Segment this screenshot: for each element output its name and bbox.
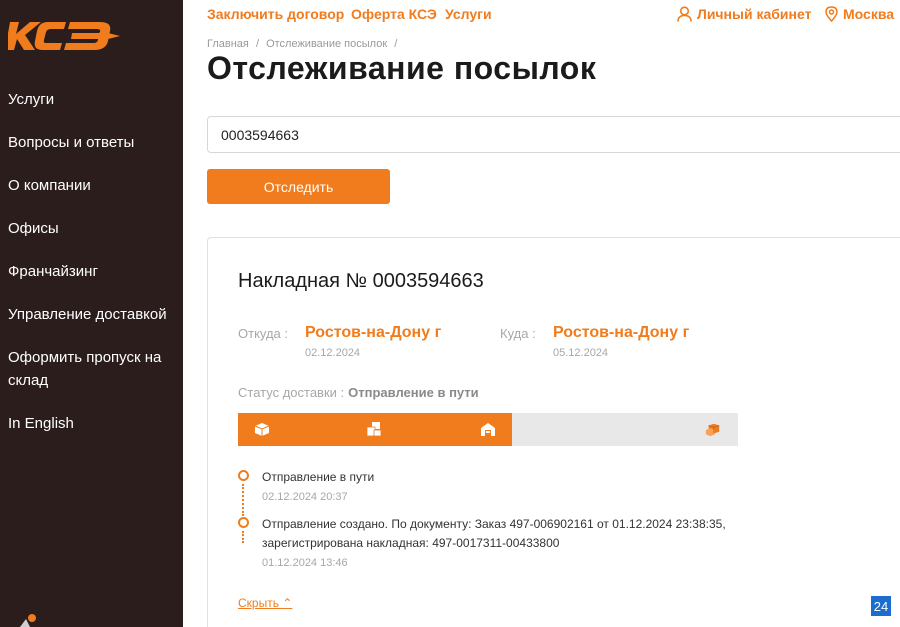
delivery-progress-bar: [238, 413, 738, 446]
sidebar-item-faq[interactable]: Вопросы и ответы: [8, 131, 178, 154]
box-icon: [254, 423, 270, 436]
kse-logo-icon: [5, 22, 120, 50]
parcels-icon: [366, 422, 382, 437]
chevron-up-icon: ⌃: [282, 596, 293, 610]
sidebar-item-franchise[interactable]: Франчайзинг: [8, 260, 178, 283]
breadcrumb-home[interactable]: Главная: [207, 38, 249, 50]
hide-history-label: Скрыть: [238, 596, 279, 610]
event-date: 01.12.2024 13:46: [262, 557, 348, 569]
invoice-title: Накладная № 0003594663: [238, 270, 484, 292]
sidebar-item-warehouse-pass[interactable]: Оформить пропуск на склад: [8, 346, 178, 392]
timeline-event: Отправление создано. По документу: Заказ…: [238, 515, 900, 569]
location-pin-icon: [825, 6, 838, 22]
sidebar-item-delivery-management[interactable]: Управление доставкой: [8, 303, 178, 326]
kse-logo[interactable]: [5, 20, 120, 57]
personal-cabinet-link[interactable]: Личный кабинет: [677, 6, 811, 22]
sidebar-item-offices[interactable]: Офисы: [8, 217, 178, 240]
widget-24-badge[interactable]: 24: [870, 595, 892, 617]
tracking-timeline: Отправление в пути 02.12.2024 20:37 Отпр…: [238, 468, 900, 569]
breadcrumb-current: Отслеживание посылок: [266, 38, 388, 50]
sidebar-nav: Услуги Вопросы и ответы О компании Офисы…: [8, 88, 178, 455]
city-selector[interactable]: Москва: [825, 6, 894, 22]
page-title: Отслеживание посылок: [207, 50, 597, 86]
sidebar-item-services[interactable]: Услуги: [8, 88, 178, 111]
timeline-connector: [242, 484, 245, 516]
tracking-result-card: Накладная № 0003594663 Откуда : Ростов-н…: [207, 237, 900, 627]
from-date: 02.12.2024: [305, 347, 361, 359]
delivery-status-value: Отправление в пути: [348, 385, 479, 400]
event-date: 02.12.2024 20:37: [262, 491, 348, 503]
delivery-status-label: Статус доставки :: [238, 385, 345, 400]
top-link-contract[interactable]: Заключить договор: [207, 6, 344, 22]
event-text: Отправление создано. По документу: Заказ…: [262, 517, 726, 550]
breadcrumb: Главная / Отслеживание посылок /: [207, 38, 401, 50]
city-label: Москва: [843, 6, 895, 22]
sidebar-bottom-icon: [20, 614, 36, 627]
hide-history-link[interactable]: Скрыть ⌃: [238, 596, 292, 610]
sidebar-item-about[interactable]: О компании: [8, 174, 178, 197]
delivery-status: Статус доставки : Отправление в пути: [238, 385, 479, 400]
top-link-services[interactable]: Услуги: [445, 6, 492, 22]
warehouse-icon: [481, 423, 495, 436]
to-date: 05.12.2024: [553, 347, 609, 359]
tracking-number-input[interactable]: [207, 116, 900, 153]
event-text: Отправление в пути: [262, 470, 375, 484]
track-button[interactable]: Отследить: [207, 169, 390, 204]
timeline-dot-icon: [238, 517, 249, 528]
timeline-connector: [242, 531, 245, 543]
personal-cabinet-label: Личный кабинет: [697, 6, 812, 22]
breadcrumb-separator: /: [255, 38, 259, 50]
top-link-offer[interactable]: Оферта КСЭ: [351, 6, 437, 22]
delivered-boxes-icon: [705, 423, 720, 437]
sidebar: Услуги Вопросы и ответы О компании Офисы…: [0, 0, 183, 627]
to-label: Куда :: [500, 326, 536, 341]
breadcrumb-trailing: /: [394, 38, 398, 50]
user-icon: [677, 6, 692, 22]
timeline-event: Отправление в пути 02.12.2024 20:37: [238, 468, 900, 516]
to-city: Ростов-на-Дону г: [553, 324, 690, 341]
from-city: Ростов-на-Дону г: [305, 324, 442, 341]
sidebar-item-english[interactable]: In English: [8, 412, 178, 435]
timeline-dot-icon: [238, 470, 249, 481]
from-label: Откуда :: [238, 326, 289, 341]
top-bar: Заключить договор Оферта КСЭ Услуги Личн…: [183, 0, 900, 28]
